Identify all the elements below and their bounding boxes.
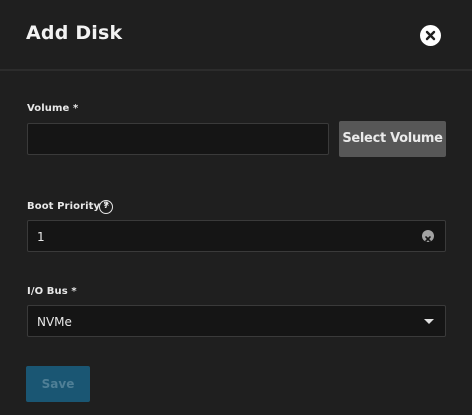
io-bus-label: I/O Bus *	[27, 286, 77, 297]
io-bus-value: NVMe	[37, 315, 72, 329]
save-button[interactable]: Save	[26, 366, 90, 402]
dialog-title: Add Disk	[26, 22, 123, 44]
volume-label: Volume *	[27, 103, 79, 114]
volume-input[interactable]	[27, 123, 329, 155]
io-bus-select[interactable]: NVMe	[27, 305, 446, 337]
close-icon[interactable]	[420, 25, 441, 46]
caret-down-icon[interactable]	[424, 319, 434, 324]
boot-priority-label: Boot Priority *	[27, 201, 110, 212]
help-icon[interactable]: ?	[99, 200, 113, 214]
select-volume-button[interactable]: Select Volume	[339, 121, 446, 157]
dialog-header: Add Disk	[0, 0, 472, 71]
boot-priority-input[interactable]: 1	[27, 220, 446, 252]
clear-icon[interactable]	[422, 230, 434, 242]
boot-priority-value: 1	[37, 230, 45, 244]
add-disk-dialog: Add Disk Volume * Select Volume Boot Pri…	[0, 0, 472, 415]
